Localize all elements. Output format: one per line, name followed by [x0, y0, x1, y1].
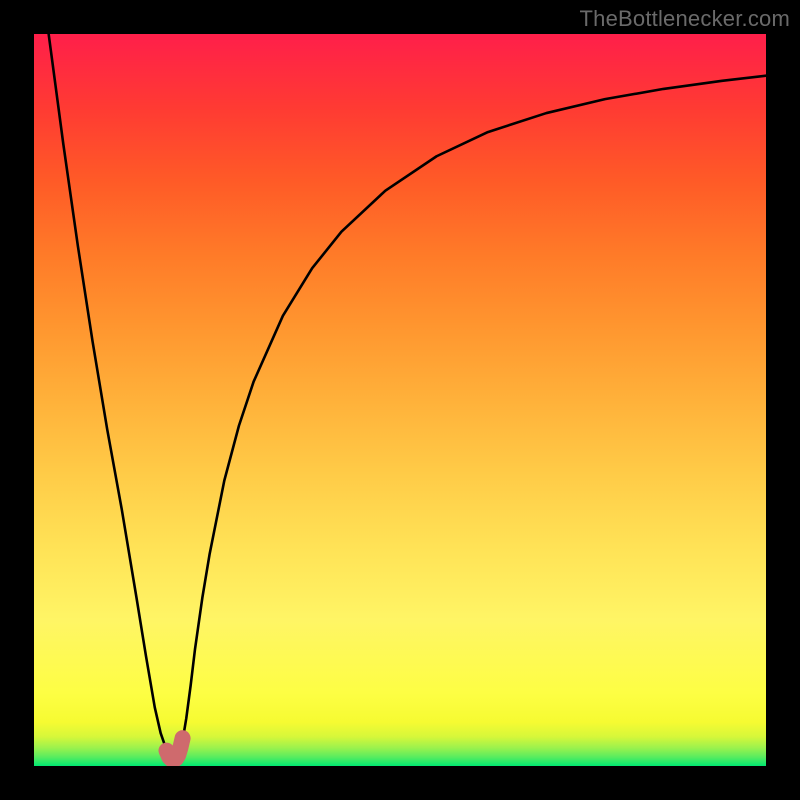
- bottleneck-curve: [34, 34, 766, 757]
- minimum-marker: [166, 738, 182, 759]
- chart-frame: TheBottlenecker.com: [0, 0, 800, 800]
- curve-layer: [34, 34, 766, 766]
- plot-area: [34, 34, 766, 766]
- watermark-text: TheBottlenecker.com: [580, 6, 790, 32]
